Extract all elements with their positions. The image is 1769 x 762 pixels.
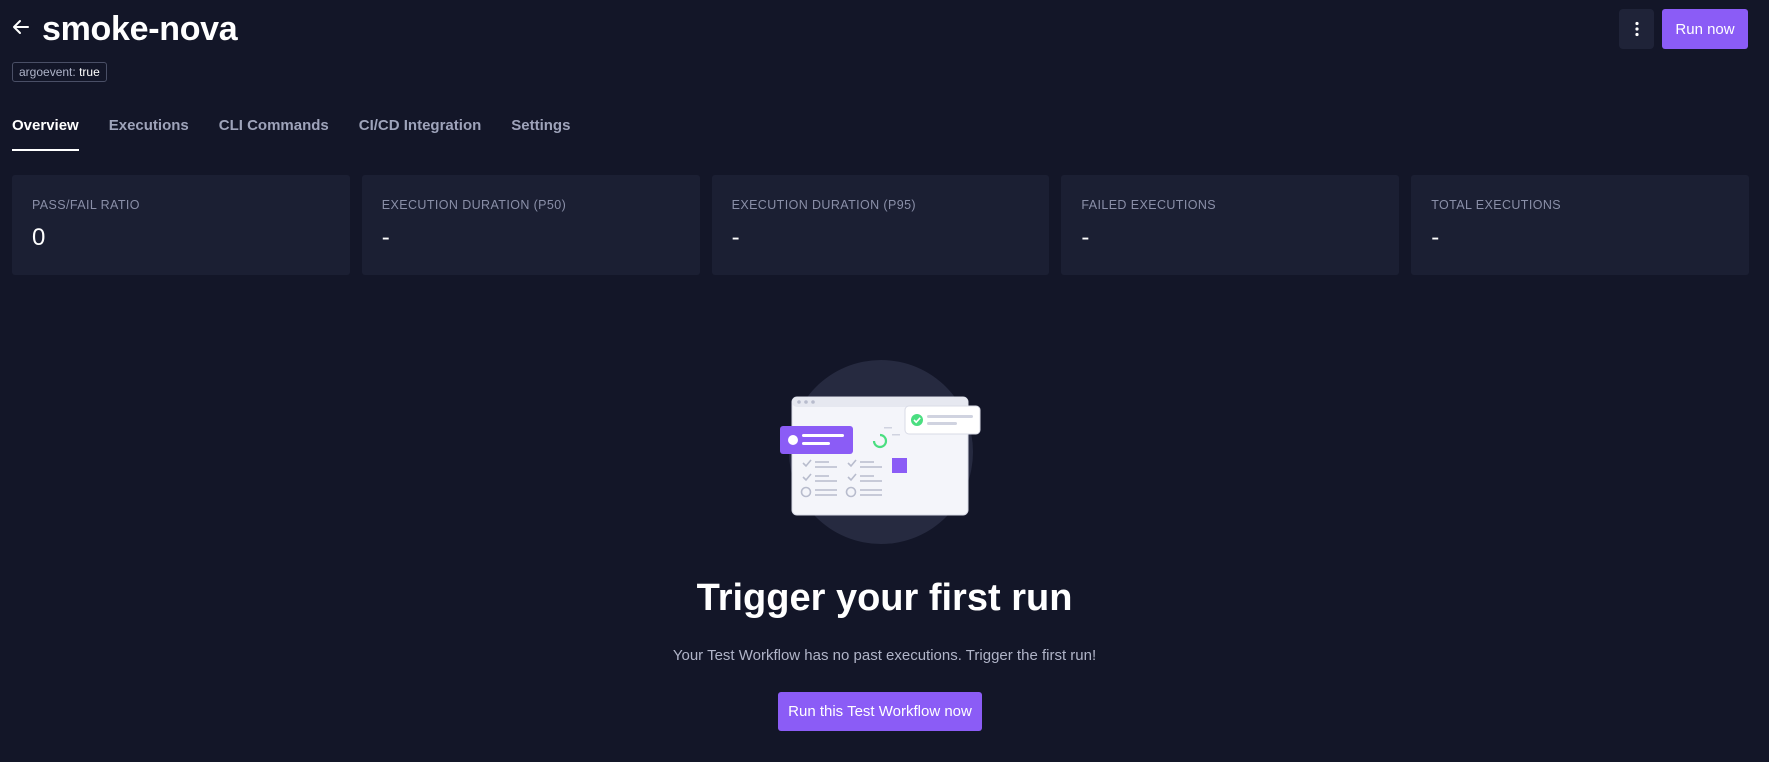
stat-value: - <box>1081 224 1090 251</box>
stat-label: EXECUTION DURATION (P50) <box>381 198 567 212</box>
stat-card-pass-fail-ratio: PASS/FAIL RATIO 0 <box>12 175 350 275</box>
stat-card-duration-p50: EXECUTION DURATION (P50) - <box>361 175 700 275</box>
tab-bar: Overview Executions CLI Commands CI/CD I… <box>12 114 600 152</box>
run-test-workflow-button[interactable]: Run this Test Workflow now <box>778 692 982 731</box>
run-now-button[interactable]: Run now <box>1662 9 1748 49</box>
back-button[interactable] <box>10 16 32 38</box>
stat-card-failed-executions: FAILED EXECUTIONS - <box>1061 175 1400 275</box>
stat-value: - <box>1431 224 1440 251</box>
stat-value: 0 <box>32 224 46 251</box>
label-badge: argoevent: true <box>12 62 107 82</box>
stat-label: PASS/FAIL RATIO <box>32 198 140 212</box>
tab-overview[interactable]: Overview <box>12 114 79 152</box>
empty-state-subtitle: Your Test Workflow has no past execution… <box>672 647 1097 664</box>
stat-label: TOTAL EXECUTIONS <box>1431 198 1561 212</box>
stat-card-duration-p95: EXECUTION DURATION (P95) - <box>711 175 1050 275</box>
stat-value: - <box>381 224 390 251</box>
more-vertical-icon <box>1634 21 1639 37</box>
stat-label: EXECUTION DURATION (P95) <box>731 198 916 212</box>
more-options-button[interactable] <box>1619 9 1654 49</box>
tab-cicd-integration[interactable]: CI/CD Integration <box>359 114 482 152</box>
page-title: smoke-nova <box>42 10 238 48</box>
label-key: argoevent: <box>19 65 76 79</box>
empty-state-illustration <box>780 360 981 544</box>
label-value: true <box>79 65 100 79</box>
stat-label: FAILED EXECUTIONS <box>1081 198 1216 212</box>
arrow-left-icon <box>13 20 29 34</box>
stat-value: - <box>731 224 740 251</box>
stats-row: PASS/FAIL RATIO 0 EXECUTION DURATION (P5… <box>12 175 1749 275</box>
tab-cli-commands[interactable]: CLI Commands <box>219 114 329 152</box>
tab-settings[interactable]: Settings <box>511 114 570 152</box>
tab-executions[interactable]: Executions <box>109 114 189 152</box>
empty-state-title: Trigger your first run <box>696 577 1073 619</box>
stat-card-total-executions: TOTAL EXECUTIONS - <box>1411 175 1749 275</box>
page: smoke-nova argoevent: true Run now Overv… <box>0 0 1769 762</box>
